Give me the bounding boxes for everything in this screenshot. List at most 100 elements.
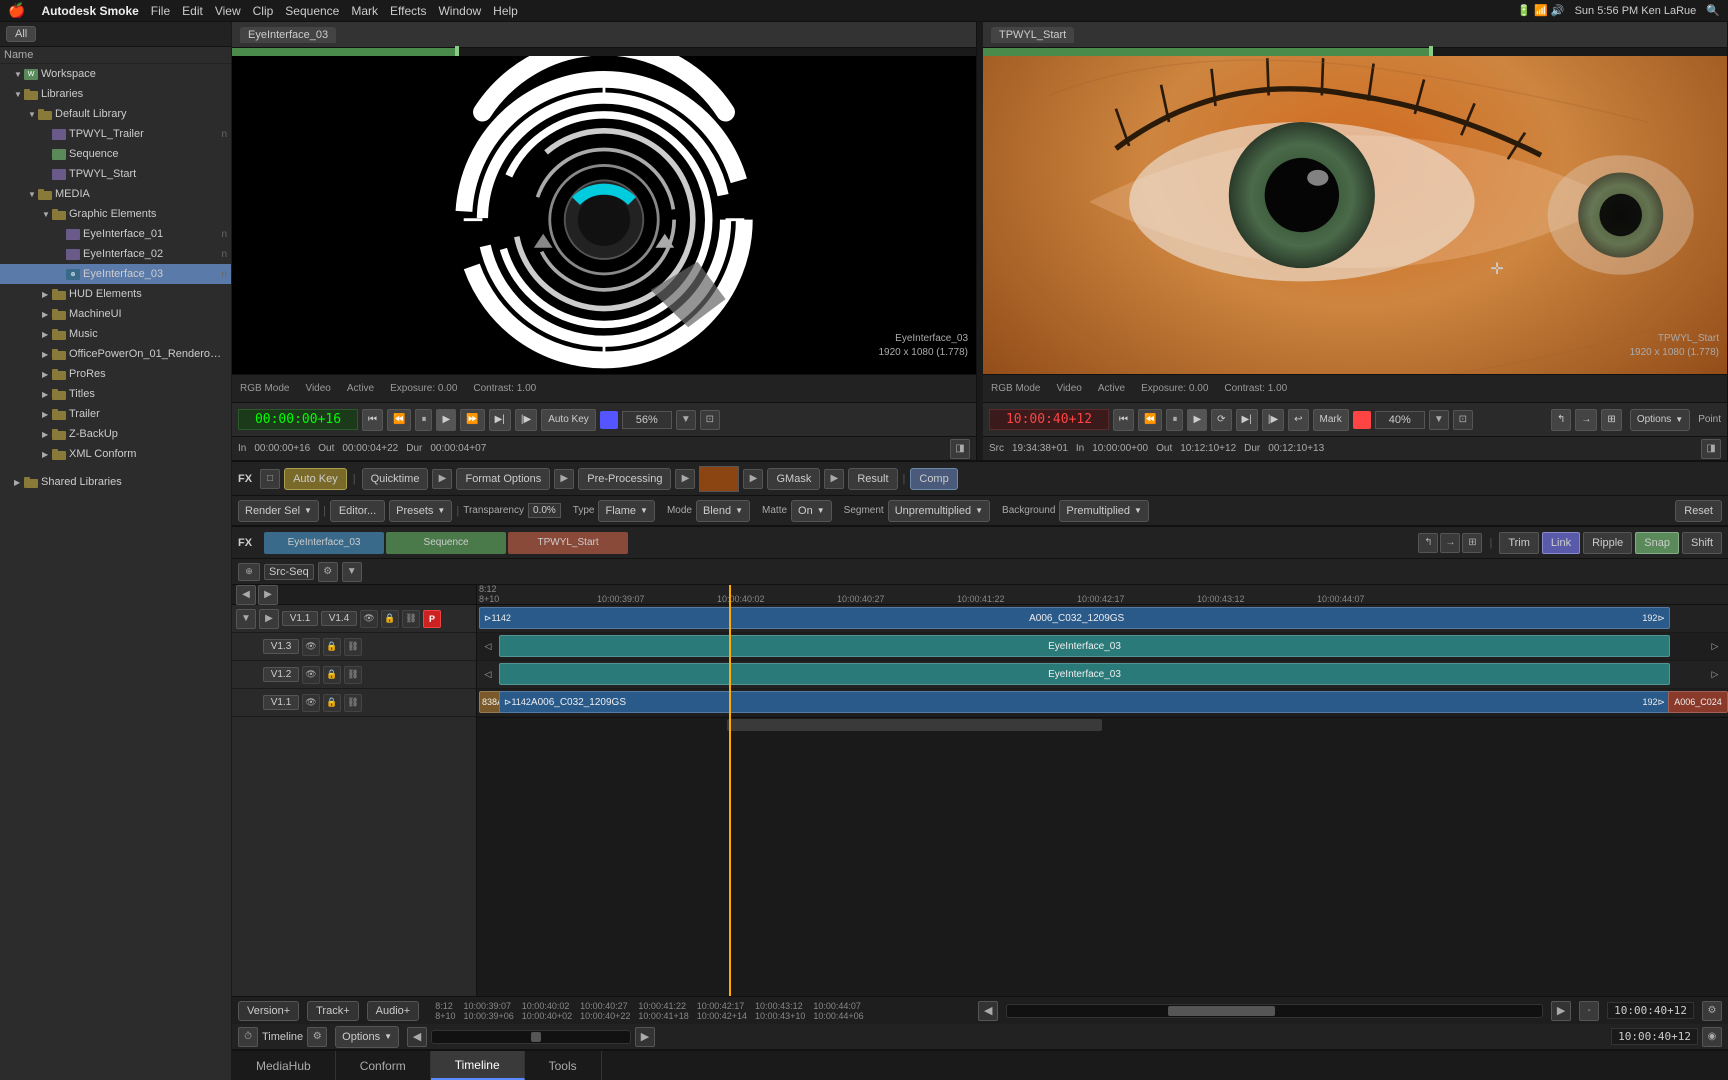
track-v11-lock[interactable]: 🔒 [323, 694, 341, 712]
go-to-in-btn[interactable]: ⏮ [362, 409, 383, 431]
clip-a006-row1[interactable]: ⊳1142 A006_C032_1209GS 192⊳ [479, 607, 1670, 629]
editor-btn[interactable]: Editor... [330, 500, 385, 522]
mode-btn[interactable]: Blend [696, 500, 750, 522]
gmask-expand[interactable]: ▶ [824, 469, 844, 489]
viewer-left-tab-label[interactable]: EyeInterface_03 [240, 27, 336, 43]
r-send-btn[interactable]: → [1575, 409, 1597, 431]
timeline-settings-icon[interactable]: ⚙ [307, 1027, 327, 1047]
viewer-left-in[interactable]: 00:00:00+16 [254, 443, 310, 454]
zoom-dropdown-left[interactable]: ▼ [676, 410, 696, 430]
clip-tpwyl[interactable]: TPWYL_Start [508, 532, 628, 554]
collapse-btn[interactable]: ◀ [236, 585, 256, 605]
sidebar-item-sequence[interactable]: Sequence [0, 144, 231, 164]
search-icon[interactable]: 🔍 [1706, 4, 1720, 17]
options-dropdown-right[interactable]: Options [1630, 409, 1690, 431]
r-step-fwd-btn[interactable]: ▶| [1236, 409, 1258, 431]
all-button[interactable]: All [6, 26, 36, 42]
shift-btn[interactable]: Shift [1682, 532, 1722, 554]
quicktime-btn[interactable]: Quicktime [362, 468, 429, 490]
viewer-left-timecode[interactable]: 00:00:00+16 [238, 409, 358, 430]
clip-sequence[interactable]: Sequence [386, 532, 506, 554]
menu-edit[interactable]: Edit [182, 4, 203, 18]
transparency-value[interactable]: 0.0% [528, 503, 561, 518]
bottom-settings-icon[interactable]: ◉ [1702, 1027, 1722, 1047]
sidebar-item-music[interactable]: Music [0, 324, 231, 344]
type-btn[interactable]: Flame [598, 500, 654, 522]
aspect-btn-left[interactable]: ◨ [950, 439, 970, 459]
sidebar-item-prores[interactable]: ProRes [0, 364, 231, 384]
aspect-btn-right[interactable]: ◨ [1701, 439, 1721, 459]
pre-processing-btn[interactable]: Pre-Processing [578, 468, 671, 490]
track-lock-icon[interactable]: 🔒 [381, 610, 399, 628]
presets-btn[interactable]: Presets [389, 500, 452, 522]
viewer-left-dur[interactable]: 00:00:04+07 [430, 443, 486, 454]
track-link-icon[interactable]: ⛓ [402, 610, 420, 628]
sidebar-item-eye-interface-03[interactable]: ⊕ EyeInterface_03 n [0, 264, 231, 284]
r-link-btn[interactable]: ↰ [1551, 409, 1571, 431]
src-seq-expand[interactable]: ▼ [342, 562, 362, 582]
sidebar-item-office-power-on[interactable]: OfficePowerOn_01_Renderoutput [0, 344, 231, 364]
comp-btn[interactable]: Comp [910, 468, 957, 490]
zoom-out-btn[interactable]: - [1579, 1001, 1599, 1021]
track-v12-link[interactable]: ⛓ [344, 666, 362, 684]
clip-a006-row4[interactable]: ⊳1142 A006_C032_1209GS 192⊳ [499, 691, 1670, 713]
link-btn[interactable]: Link [1542, 532, 1580, 554]
menu-help[interactable]: Help [493, 4, 518, 18]
track-v11-collapse[interactable]: ▼ [236, 609, 256, 629]
expand-btn[interactable]: ▶ [258, 585, 278, 605]
zoom-dropdown-right[interactable]: ▼ [1429, 410, 1449, 430]
src-seq-settings[interactable]: ⚙ [318, 562, 338, 582]
track-v11-link[interactable]: ⛓ [344, 694, 362, 712]
format-expand[interactable]: ▶ [554, 469, 574, 489]
sidebar-item-media[interactable]: MEDIA [0, 184, 231, 204]
menu-sequence[interactable]: Sequence [285, 4, 339, 18]
sidebar-item-eye-interface-01[interactable]: EyeInterface_01 n [0, 224, 231, 244]
sidebar-item-eye-interface-02[interactable]: EyeInterface_02 n [0, 244, 231, 264]
track-v11-expand[interactable]: ▶ [259, 609, 279, 629]
ripple-btn[interactable]: Ripple [1583, 532, 1632, 554]
play-forward-btn[interactable]: ⏩ [460, 409, 484, 431]
footer-tab-tools[interactable]: Tools [525, 1051, 602, 1080]
go-to-out-btn[interactable]: |▶ [515, 409, 537, 431]
viewer-right-out[interactable]: 10:12:10+12 [1180, 443, 1236, 454]
sidebar-item-hud-elements[interactable]: HUD Elements [0, 284, 231, 304]
track-v11-eye[interactable]: 👁 [302, 694, 320, 712]
timeline-tc-display[interactable]: 10:00:40+12 [1607, 1002, 1694, 1019]
viewer-right-dur[interactable]: 00:12:10+13 [1268, 443, 1324, 454]
sidebar-item-trailer[interactable]: Trailer [0, 404, 231, 424]
trim-misc-icon[interactable]: ⊞ [1462, 533, 1482, 553]
scroll-track[interactable] [1006, 1004, 1543, 1018]
viewer-right-tab-label[interactable]: TPWYL_Start [991, 27, 1074, 43]
fit-btn-right[interactable]: ⊡ [1453, 410, 1473, 430]
menu-view[interactable]: View [215, 4, 241, 18]
fx-expand-btn[interactable]: □ [260, 469, 280, 489]
sidebar-item-tpwyl-start[interactable]: TPWYL_Start [0, 164, 231, 184]
sidebar-item-xml-conform[interactable]: XML Conform [0, 444, 231, 464]
clip-eye-interface[interactable]: EyeInterface_03 [264, 532, 384, 554]
autokey-btn[interactable]: Auto Key [284, 468, 347, 490]
sidebar-item-graphic-elements[interactable]: Graphic Elements [0, 204, 231, 224]
track-eye-icon[interactable]: 👁 [360, 610, 378, 628]
trim-send-icon[interactable]: → [1440, 533, 1460, 553]
fit-btn-left[interactable]: ⊡ [700, 410, 720, 430]
viewer-left-out[interactable]: 00:00:04+22 [342, 443, 398, 454]
track-v11-label[interactable]: V1.1 [282, 611, 318, 626]
footer-tab-timeline[interactable]: Timeline [431, 1051, 525, 1080]
timeline-settings-btn[interactable]: ⚙ [1702, 1001, 1722, 1021]
viewer-right-scrub[interactable] [983, 48, 1727, 56]
timeline-scroll-thumb[interactable] [727, 719, 1102, 731]
footer-tab-conform[interactable]: Conform [336, 1051, 431, 1080]
render-sel-btn[interactable]: Render Sel [238, 500, 319, 522]
r-go-to-in-btn[interactable]: ⏮ [1113, 409, 1134, 431]
timeline-icon[interactable]: ⏱ [238, 1027, 258, 1047]
viewer-right-timecode[interactable]: 10:00:40+12 [989, 409, 1109, 430]
r-pause-btn[interactable]: ⏸ [1166, 409, 1183, 431]
sidebar-item-titles[interactable]: Titles [0, 384, 231, 404]
audio-plus-btn[interactable]: Audio+ [367, 1001, 420, 1021]
menu-clip[interactable]: Clip [253, 4, 274, 18]
nav-right-btn[interactable]: ▶ [635, 1027, 655, 1047]
nav-left-btn[interactable]: ◀ [407, 1027, 427, 1047]
sidebar-item-default-library[interactable]: Default Library [0, 104, 231, 124]
scroll-left-btn[interactable]: ◀ [978, 1001, 998, 1021]
scroll-right-btn[interactable]: ▶ [1551, 1001, 1571, 1021]
